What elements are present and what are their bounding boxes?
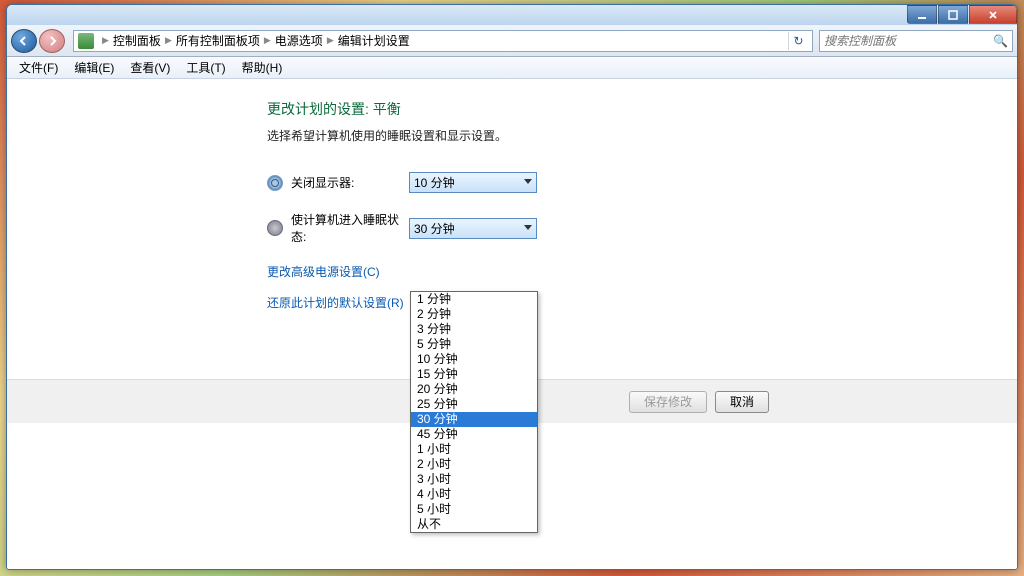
maximize-button[interactable] [938,5,968,24]
window-buttons [906,5,1017,24]
restore-defaults-link[interactable]: 还原此计划的默认设置(R) [267,294,1017,311]
breadcrumb[interactable]: 所有控制面板项 [176,32,260,49]
sleep-row: 使计算机进入睡眠状态: 30 分钟 [267,211,1017,245]
refresh-icon[interactable]: ↻ [788,32,808,50]
forward-button[interactable] [39,29,65,53]
dropdown-option[interactable]: 4 小时 [411,487,537,502]
chevron-down-icon [524,179,532,184]
dropdown-option[interactable]: 20 分钟 [411,382,537,397]
minimize-button[interactable] [907,5,937,24]
dropdown-option[interactable]: 3 小时 [411,472,537,487]
dropdown-option[interactable]: 5 小时 [411,502,537,517]
display-off-row: 关闭显示器: 10 分钟 [267,172,1017,193]
menu-help[interactable]: 帮助(H) [234,57,291,78]
monitor-icon [267,175,283,191]
menu-file[interactable]: 文件(F) [11,57,66,78]
advanced-power-link[interactable]: 更改高级电源设置(C) [267,263,1017,280]
display-off-value: 10 分钟 [414,174,455,191]
sleep-dropdown-list[interactable]: 1 分钟2 分钟3 分钟5 分钟10 分钟15 分钟20 分钟25 分钟30 分… [410,291,538,533]
chevron-down-icon [524,225,532,230]
nav-row: ▶ 控制面板 ▶ 所有控制面板项 ▶ 电源选项 ▶ 编辑计划设置 ↻ 🔍 [7,25,1017,57]
content-area: 更改计划的设置: 平衡 选择希望计算机使用的睡眠设置和显示设置。 关闭显示器: … [7,79,1017,569]
breadcrumb[interactable]: 控制面板 [113,32,161,49]
chevron-right-icon: ▶ [264,35,271,46]
dropdown-option[interactable]: 45 分钟 [411,427,537,442]
dropdown-option[interactable]: 2 分钟 [411,307,537,322]
display-off-label: 关闭显示器: [291,174,409,191]
dropdown-option[interactable]: 1 小时 [411,442,537,457]
back-button[interactable] [11,29,37,53]
search-box[interactable]: 🔍 [819,30,1013,52]
dropdown-option[interactable]: 15 分钟 [411,367,537,382]
menu-bar: 文件(F) 编辑(E) 查看(V) 工具(T) 帮助(H) [7,57,1017,79]
dropdown-option[interactable]: 10 分钟 [411,352,537,367]
dropdown-option[interactable]: 3 分钟 [411,322,537,337]
search-icon[interactable]: 🔍 [993,34,1008,48]
dropdown-option[interactable]: 从不 [411,517,537,532]
chevron-right-icon: ▶ [102,35,109,46]
control-panel-window: ▶ 控制面板 ▶ 所有控制面板项 ▶ 电源选项 ▶ 编辑计划设置 ↻ 🔍 文件(… [6,4,1018,570]
chevron-right-icon: ▶ [165,35,172,46]
dropdown-option[interactable]: 1 分钟 [411,292,537,307]
cancel-button[interactable]: 取消 [715,391,769,413]
menu-tools[interactable]: 工具(T) [178,57,233,78]
dropdown-option[interactable]: 2 小时 [411,457,537,472]
breadcrumb[interactable]: 电源选项 [275,32,323,49]
address-bar[interactable]: ▶ 控制面板 ▶ 所有控制面板项 ▶ 电源选项 ▶ 编辑计划设置 ↻ [73,30,813,52]
dropdown-option[interactable]: 30 分钟 [411,412,537,427]
save-button[interactable]: 保存修改 [629,391,707,413]
sleep-combo[interactable]: 30 分钟 [409,218,537,239]
page-title: 更改计划的设置: 平衡 [267,99,1017,119]
search-input[interactable] [824,34,993,48]
close-button[interactable] [969,5,1017,24]
control-panel-icon [78,33,94,49]
display-off-combo[interactable]: 10 分钟 [409,172,537,193]
dropdown-option[interactable]: 25 分钟 [411,397,537,412]
chevron-right-icon: ▶ [327,35,334,46]
moon-icon [267,220,283,236]
sleep-label: 使计算机进入睡眠状态: [291,211,409,245]
menu-edit[interactable]: 编辑(E) [66,57,122,78]
dropdown-option[interactable]: 5 分钟 [411,337,537,352]
breadcrumb[interactable]: 编辑计划设置 [338,32,410,49]
page-subtitle: 选择希望计算机使用的睡眠设置和显示设置。 [267,127,1017,144]
sleep-value: 30 分钟 [414,220,455,237]
titlebar [7,5,1017,25]
menu-view[interactable]: 查看(V) [122,57,178,78]
